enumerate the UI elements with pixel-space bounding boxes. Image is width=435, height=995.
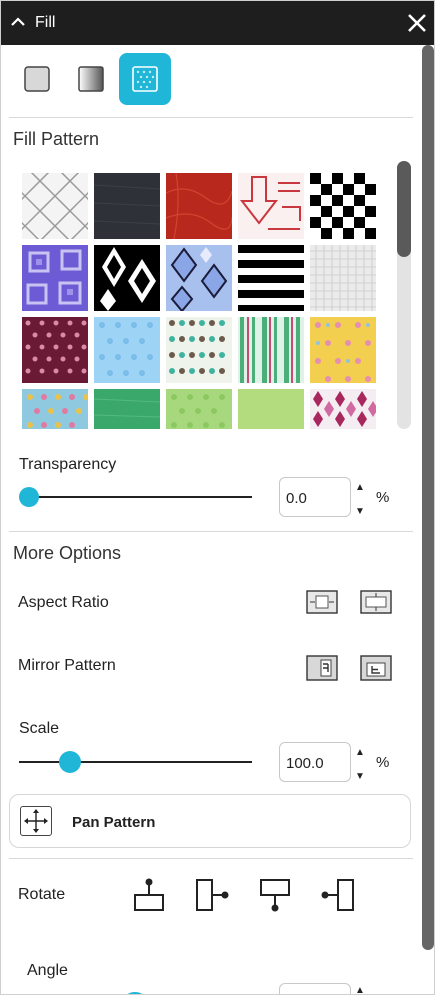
pattern-scrollbar-thumb[interactable] bbox=[397, 161, 411, 257]
divider bbox=[9, 858, 413, 859]
blue-diamonds-swatch bbox=[166, 245, 232, 311]
pattern-purple-squares[interactable] bbox=[22, 245, 88, 311]
yellow-dots-swatch bbox=[310, 317, 376, 383]
pattern-red-texture[interactable] bbox=[166, 173, 232, 239]
light-green-dots-swatch bbox=[166, 389, 232, 429]
scale-slider-track[interactable] bbox=[19, 761, 252, 763]
solid-fill-icon bbox=[24, 66, 50, 92]
divider bbox=[9, 117, 413, 118]
pattern-fill-icon bbox=[132, 66, 158, 92]
mirror-vertical-icon[interactable] bbox=[360, 655, 392, 681]
mirror-pattern-label: Mirror Pattern bbox=[18, 657, 116, 674]
pattern-blue-diamonds[interactable] bbox=[166, 245, 232, 311]
pattern-checkerboard[interactable] bbox=[310, 173, 376, 239]
pattern-black-stripes[interactable] bbox=[238, 245, 304, 311]
red-arrows-swatch bbox=[238, 173, 304, 239]
pattern-light-blue-dots[interactable] bbox=[94, 317, 160, 383]
pan-pattern-label: Pan Pattern bbox=[72, 814, 156, 831]
angle-spinner[interactable]: ▲ bbox=[355, 985, 365, 994]
pattern-green-texture[interactable] bbox=[94, 389, 160, 429]
transparency-spinner[interactable]: ▲ ▼ bbox=[355, 482, 365, 518]
argyle-dots-swatch bbox=[166, 317, 232, 383]
panel-titlebar: Fill bbox=[1, 1, 434, 45]
pattern-black-diamonds[interactable] bbox=[94, 245, 160, 311]
transparency-unit: % bbox=[376, 489, 390, 506]
rotate-label: Rotate bbox=[18, 886, 66, 903]
lattice-swatch bbox=[22, 173, 88, 239]
transparency-slider-thumb[interactable] bbox=[19, 487, 39, 507]
rotate-left-icon[interactable] bbox=[320, 877, 356, 913]
pattern-magenta-harlequin[interactable] bbox=[310, 389, 376, 429]
aspect-ratio-fit-icon[interactable] bbox=[306, 590, 338, 614]
angle-input[interactable] bbox=[279, 983, 351, 994]
pan-icon-box bbox=[20, 806, 52, 836]
fill-pattern-heading: Fill Pattern bbox=[13, 129, 100, 149]
gray-mesh-swatch bbox=[310, 245, 376, 311]
more-options-heading: More Options bbox=[13, 543, 122, 563]
pattern-yellow-dots[interactable] bbox=[310, 317, 376, 383]
pattern-light-green[interactable] bbox=[238, 389, 304, 429]
black-stripes-swatch bbox=[238, 245, 304, 311]
rotate-bottom-icon[interactable] bbox=[258, 877, 292, 913]
transparency-slider-track[interactable] bbox=[27, 496, 252, 498]
pattern-argyle-dots[interactable] bbox=[166, 317, 232, 383]
rotate-right-icon[interactable] bbox=[194, 877, 230, 913]
aspect-ratio-stretch-icon[interactable] bbox=[360, 590, 392, 614]
move-arrows-icon bbox=[24, 809, 48, 833]
pan-pattern-button[interactable]: Pan Pattern bbox=[9, 794, 411, 848]
pattern-dark-fabric[interactable] bbox=[94, 173, 160, 239]
multicolor-dots-swatch bbox=[22, 389, 88, 429]
pattern-green-stripes[interactable] bbox=[238, 317, 304, 383]
green-texture-swatch bbox=[94, 389, 160, 429]
divider bbox=[9, 531, 413, 532]
collapse-chevron-icon[interactable] bbox=[9, 13, 27, 31]
scale-label: Scale bbox=[19, 720, 60, 737]
aspect-ratio-label: Aspect Ratio bbox=[18, 594, 109, 611]
scale-slider-thumb[interactable] bbox=[59, 751, 82, 773]
light-green-swatch bbox=[238, 389, 304, 429]
gradient-fill-icon bbox=[78, 66, 104, 92]
checkerboard-swatch bbox=[310, 173, 376, 239]
magenta-harlequin-swatch bbox=[310, 389, 376, 429]
pattern-fill-button[interactable] bbox=[119, 53, 171, 105]
fill-panel: Fill Fill Pattern Transparency 0.0 ▲ ▼ %… bbox=[0, 0, 435, 995]
gradient-fill-button[interactable] bbox=[65, 53, 117, 105]
pattern-lattice[interactable] bbox=[22, 173, 88, 239]
green-stripes-swatch bbox=[238, 317, 304, 383]
purple-squares-swatch bbox=[22, 245, 88, 311]
panel-scrollbar-thumb[interactable] bbox=[422, 45, 434, 950]
red-texture-swatch bbox=[166, 173, 232, 239]
pattern-maroon-dots[interactable] bbox=[22, 317, 88, 383]
pattern-light-green-dots[interactable] bbox=[166, 389, 232, 429]
pattern-multicolor-dots[interactable] bbox=[22, 389, 88, 429]
scale-unit: % bbox=[376, 754, 390, 771]
transparency-label: Transparency bbox=[19, 456, 117, 473]
black-diamonds-swatch bbox=[94, 245, 160, 311]
panel-title: Fill bbox=[35, 14, 56, 31]
light-blue-dots-swatch bbox=[94, 317, 160, 383]
transparency-input[interactable]: 0.0 bbox=[279, 477, 351, 517]
rotate-top-icon[interactable] bbox=[132, 877, 166, 913]
angle-label: Angle bbox=[27, 962, 68, 979]
scale-spinner[interactable]: ▲ ▼ bbox=[355, 747, 365, 783]
dark-fabric-swatch bbox=[94, 173, 160, 239]
scale-input[interactable]: 100.0 bbox=[279, 742, 351, 782]
mirror-horizontal-icon[interactable] bbox=[306, 655, 338, 681]
pattern-gray-mesh[interactable] bbox=[310, 245, 376, 311]
no-fill-button[interactable] bbox=[11, 53, 63, 105]
pattern-red-arrows[interactable] bbox=[238, 173, 304, 239]
close-icon[interactable] bbox=[404, 10, 430, 36]
maroon-dots-swatch bbox=[22, 317, 88, 383]
